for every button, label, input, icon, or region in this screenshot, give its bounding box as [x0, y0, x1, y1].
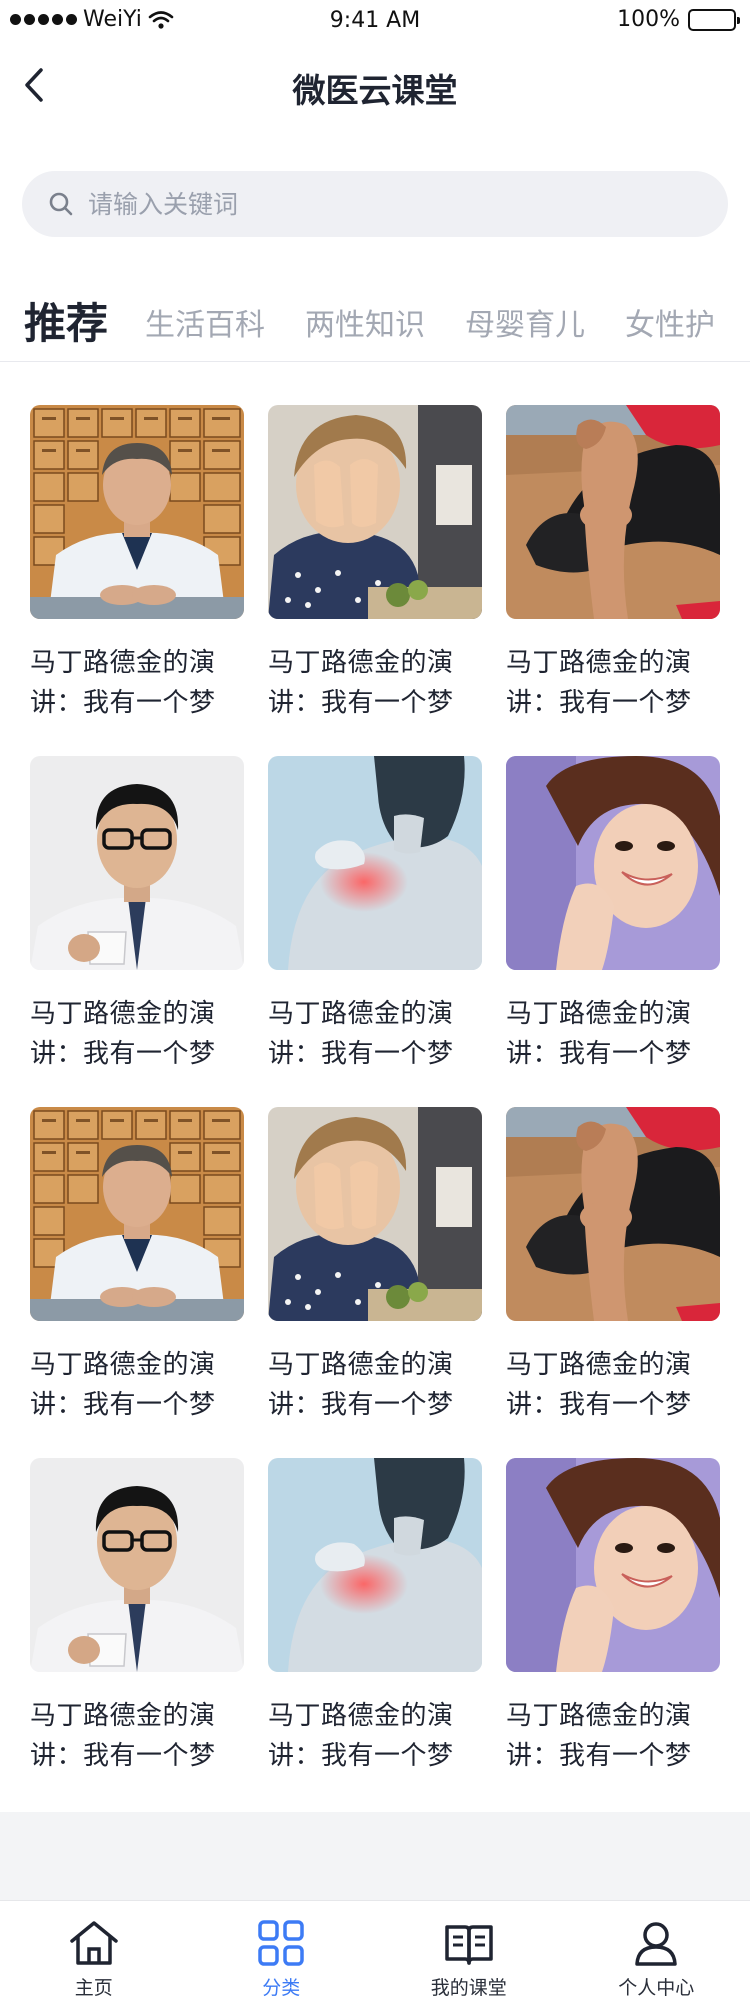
course-title[interactable]: 马丁路德金的演讲：我有一个梦 — [268, 994, 486, 1074]
tab-profile-label: 个人中心 — [618, 1977, 695, 1999]
category-tabs: 推荐 生活百科 两性知识 母婴育儿 女性护 — [0, 290, 750, 360]
tab-category-label: 分类 — [262, 1977, 301, 1999]
course-thumbnail[interactable] — [30, 405, 244, 619]
shoulder-pain-image — [268, 756, 482, 970]
smiling-woman-image — [506, 756, 720, 970]
course-card[interactable]: 马丁路德金的演讲：我有一个梦 — [268, 1458, 486, 1776]
course-card[interactable]: 马丁路德金的演讲：我有一个梦 — [506, 1458, 724, 1776]
tab-life-encyclopedia[interactable]: 生活百科 — [145, 300, 265, 344]
course-card[interactable]: 马丁路德金的演讲：我有一个梦 — [30, 756, 248, 1074]
tabs-fade-overlay — [710, 290, 750, 360]
course-thumbnail[interactable] — [268, 1458, 482, 1672]
tab-home[interactable]: 主页 — [0, 1901, 188, 2002]
user-icon — [635, 1922, 677, 1966]
tab-recommended[interactable]: 推荐 — [24, 290, 108, 351]
tab-sexual-knowledge[interactable]: 两性知识 — [305, 300, 425, 344]
knee-pain-image — [506, 1107, 720, 1321]
tab-my-classroom-label: 我的课堂 — [430, 1977, 507, 1999]
tab-home-label: 主页 — [74, 1977, 113, 1999]
tab-category[interactable]: 分类 — [188, 1901, 376, 2002]
course-thumbnail[interactable] — [506, 1107, 720, 1321]
course-thumbnail[interactable] — [268, 756, 482, 970]
course-title[interactable]: 马丁路德金的演讲：我有一个梦 — [268, 1345, 486, 1425]
bottom-tab-bar: 主页 分类 我的课堂 个人中心 — [0, 1900, 750, 2002]
course-title[interactable]: 马丁路德金的演讲：我有一个梦 — [30, 1345, 248, 1425]
course-card[interactable]: 马丁路德金的演讲：我有一个梦 — [30, 1458, 248, 1776]
course-thumbnail[interactable] — [506, 405, 720, 619]
doctor-portrait-image — [30, 1107, 244, 1321]
course-title[interactable]: 马丁路德金的演讲：我有一个梦 — [506, 994, 724, 1074]
course-thumbnail[interactable] — [268, 1107, 482, 1321]
course-title[interactable]: 马丁路德金的演讲：我有一个梦 — [506, 643, 724, 723]
course-title[interactable]: 马丁路德金的演讲：我有一个梦 — [506, 1696, 724, 1776]
course-thumbnail[interactable] — [30, 1458, 244, 1672]
man-with-glasses-image — [30, 1458, 244, 1672]
course-card[interactable]: 马丁路德金的演讲：我有一个梦 — [506, 1107, 724, 1425]
course-card[interactable]: 马丁路德金的演讲：我有一个梦 — [506, 405, 724, 723]
battery-percent: 100% — [617, 7, 680, 32]
status-right: 100% — [617, 7, 740, 32]
course-thumbnail[interactable] — [30, 1107, 244, 1321]
course-thumbnail[interactable] — [506, 756, 720, 970]
grid-icon — [258, 1920, 304, 1966]
tab-profile[interactable]: 个人中心 — [563, 1901, 750, 2002]
page-title: 微医云课堂 — [292, 71, 458, 110]
course-title[interactable]: 马丁路德金的演讲：我有一个梦 — [30, 643, 248, 723]
doctor-portrait-image — [30, 405, 244, 619]
course-card[interactable]: 马丁路德金的演讲：我有一个梦 — [268, 756, 486, 1074]
status-bar: WeiYi 9:41 AM 100% — [0, 0, 750, 42]
course-thumbnail[interactable] — [30, 756, 244, 970]
tab-maternal-infant[interactable]: 母婴育儿 — [465, 300, 585, 344]
course-title[interactable]: 马丁路德金的演讲：我有一个梦 — [268, 643, 486, 723]
search-bar[interactable] — [22, 171, 728, 237]
course-card[interactable]: 马丁路德金的演讲：我有一个梦 — [30, 1107, 248, 1425]
navigation-bar: 微医云课堂 — [0, 42, 750, 132]
course-title[interactable]: 马丁路德金的演讲：我有一个梦 — [30, 994, 248, 1074]
course-card[interactable]: 马丁路德金的演讲：我有一个梦 — [30, 405, 248, 723]
course-card[interactable]: 马丁路德金的演讲：我有一个梦 — [506, 756, 724, 1074]
smiling-woman-image — [506, 1458, 720, 1672]
child-covering-eyes-image — [268, 405, 482, 619]
tabs-divider — [0, 361, 750, 362]
course-title[interactable]: 马丁路德金的演讲：我有一个梦 — [268, 1696, 486, 1776]
course-title[interactable]: 马丁路德金的演讲：我有一个梦 — [506, 1345, 724, 1425]
course-title[interactable]: 马丁路德金的演讲：我有一个梦 — [30, 1696, 248, 1776]
shoulder-pain-image — [268, 1458, 482, 1672]
tab-women-care[interactable]: 女性护 — [625, 300, 715, 344]
search-icon — [49, 192, 73, 216]
book-icon — [445, 1925, 493, 1965]
course-thumbnail[interactable] — [506, 1458, 720, 1672]
home-icon — [70, 1921, 118, 1965]
bottom-spacer — [0, 1812, 750, 1900]
search-input[interactable] — [88, 189, 688, 219]
course-card[interactable]: 马丁路德金的演讲：我有一个梦 — [268, 1107, 486, 1425]
child-covering-eyes-image — [268, 1107, 482, 1321]
course-card[interactable]: 马丁路德金的演讲：我有一个梦 — [268, 405, 486, 723]
tab-my-classroom[interactable]: 我的课堂 — [375, 1901, 563, 2002]
course-thumbnail[interactable] — [268, 405, 482, 619]
battery-icon — [688, 8, 740, 31]
man-with-glasses-image — [30, 756, 244, 970]
knee-pain-image — [506, 405, 720, 619]
